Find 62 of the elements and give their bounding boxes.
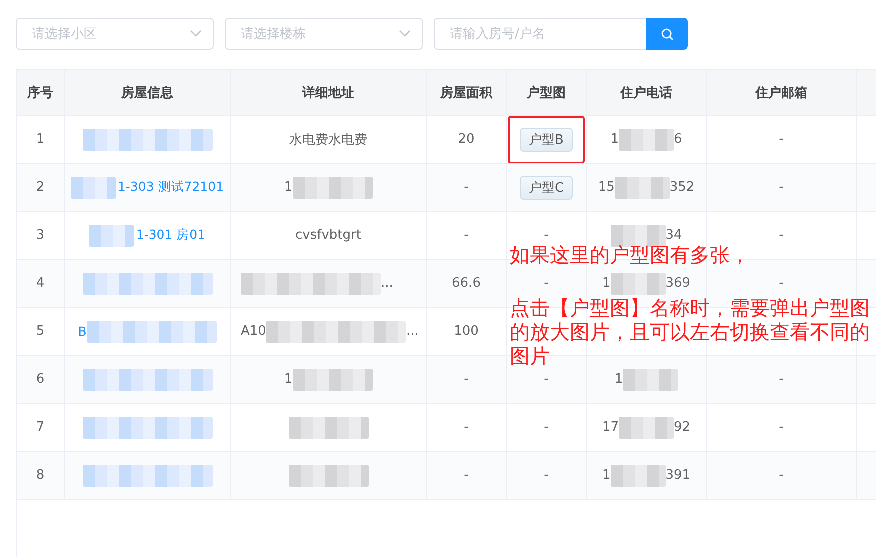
- empty-value: -: [779, 468, 784, 483]
- annotation-text: 如果这里的户型图有多张，: [510, 244, 751, 266]
- empty-value: -: [544, 468, 549, 483]
- phone-text: 1: [610, 132, 619, 147]
- row-number: 5: [36, 324, 45, 339]
- row-number: 3: [36, 228, 45, 243]
- address-text: ...: [406, 324, 419, 339]
- phone-text: 1: [602, 276, 611, 291]
- phone-text: 92: [674, 420, 691, 435]
- address-text: cvsfvbtgrt: [296, 228, 362, 243]
- address-text: A10: [241, 324, 266, 339]
- phone-text: 6: [674, 132, 682, 147]
- area-text: 66.6: [452, 276, 481, 291]
- chevron-down-icon: [399, 30, 411, 38]
- empty-value: -: [779, 180, 784, 195]
- area-text: -: [464, 468, 469, 483]
- area-text: -: [464, 228, 469, 243]
- phone-text: 17: [602, 420, 619, 435]
- phone-text: 369: [666, 276, 691, 291]
- row-number: 2: [36, 180, 45, 195]
- empty-value: -: [779, 372, 784, 387]
- chevron-down-icon: [190, 30, 202, 38]
- address-text: ...: [381, 276, 394, 291]
- area-text: -: [464, 420, 469, 435]
- empty-value: -: [779, 228, 784, 243]
- address-text: 1: [284, 372, 293, 387]
- phone-text: 1: [602, 468, 611, 483]
- house-link[interactable]: 1-301 房01: [136, 227, 206, 244]
- search-field[interactable]: 请输入房号/户名: [434, 18, 646, 50]
- area-text: 100: [454, 324, 479, 339]
- phone-text: 34: [666, 228, 682, 243]
- address-text: 水电费水电费: [290, 132, 368, 148]
- building-select[interactable]: 请选择楼栋: [225, 18, 423, 50]
- search-button[interactable]: [646, 18, 688, 50]
- empty-value: -: [544, 372, 549, 387]
- empty-value: -: [779, 132, 784, 147]
- annotation-text: 点击【户型图】名称时，需要弹出户型图的放大图片，且可以左右切换查看不同的图片: [510, 296, 870, 368]
- house-link[interactable]: 1-303 测试72101: [118, 179, 224, 196]
- area-text: -: [464, 372, 469, 387]
- empty-value: -: [779, 420, 784, 435]
- search-icon: [660, 28, 674, 40]
- empty-value: -: [779, 276, 784, 291]
- floor-plan-tag[interactable]: 户型B: [520, 128, 573, 152]
- row-number: 8: [36, 468, 45, 483]
- phone-text: 1: [614, 372, 624, 387]
- row-number: 6: [36, 372, 45, 387]
- community-select[interactable]: 请选择小区: [16, 18, 214, 50]
- row-number: 1: [36, 132, 45, 147]
- phone-text: 15: [598, 180, 615, 195]
- empty-value: -: [544, 228, 549, 243]
- address-text: 1: [284, 180, 293, 195]
- phone-text: 352: [670, 180, 695, 195]
- empty-value: -: [544, 276, 549, 291]
- floor-plan-tag[interactable]: 户型C: [520, 176, 574, 200]
- phone-text: 391: [666, 468, 691, 483]
- row-number: 4: [36, 276, 45, 291]
- area-text: 20: [458, 132, 475, 147]
- row-number: 7: [36, 420, 45, 435]
- column-header: 户型图: [507, 70, 587, 116]
- house-link[interactable]: B: [78, 324, 87, 339]
- empty-value: -: [544, 420, 549, 435]
- area-text: -: [464, 180, 469, 195]
